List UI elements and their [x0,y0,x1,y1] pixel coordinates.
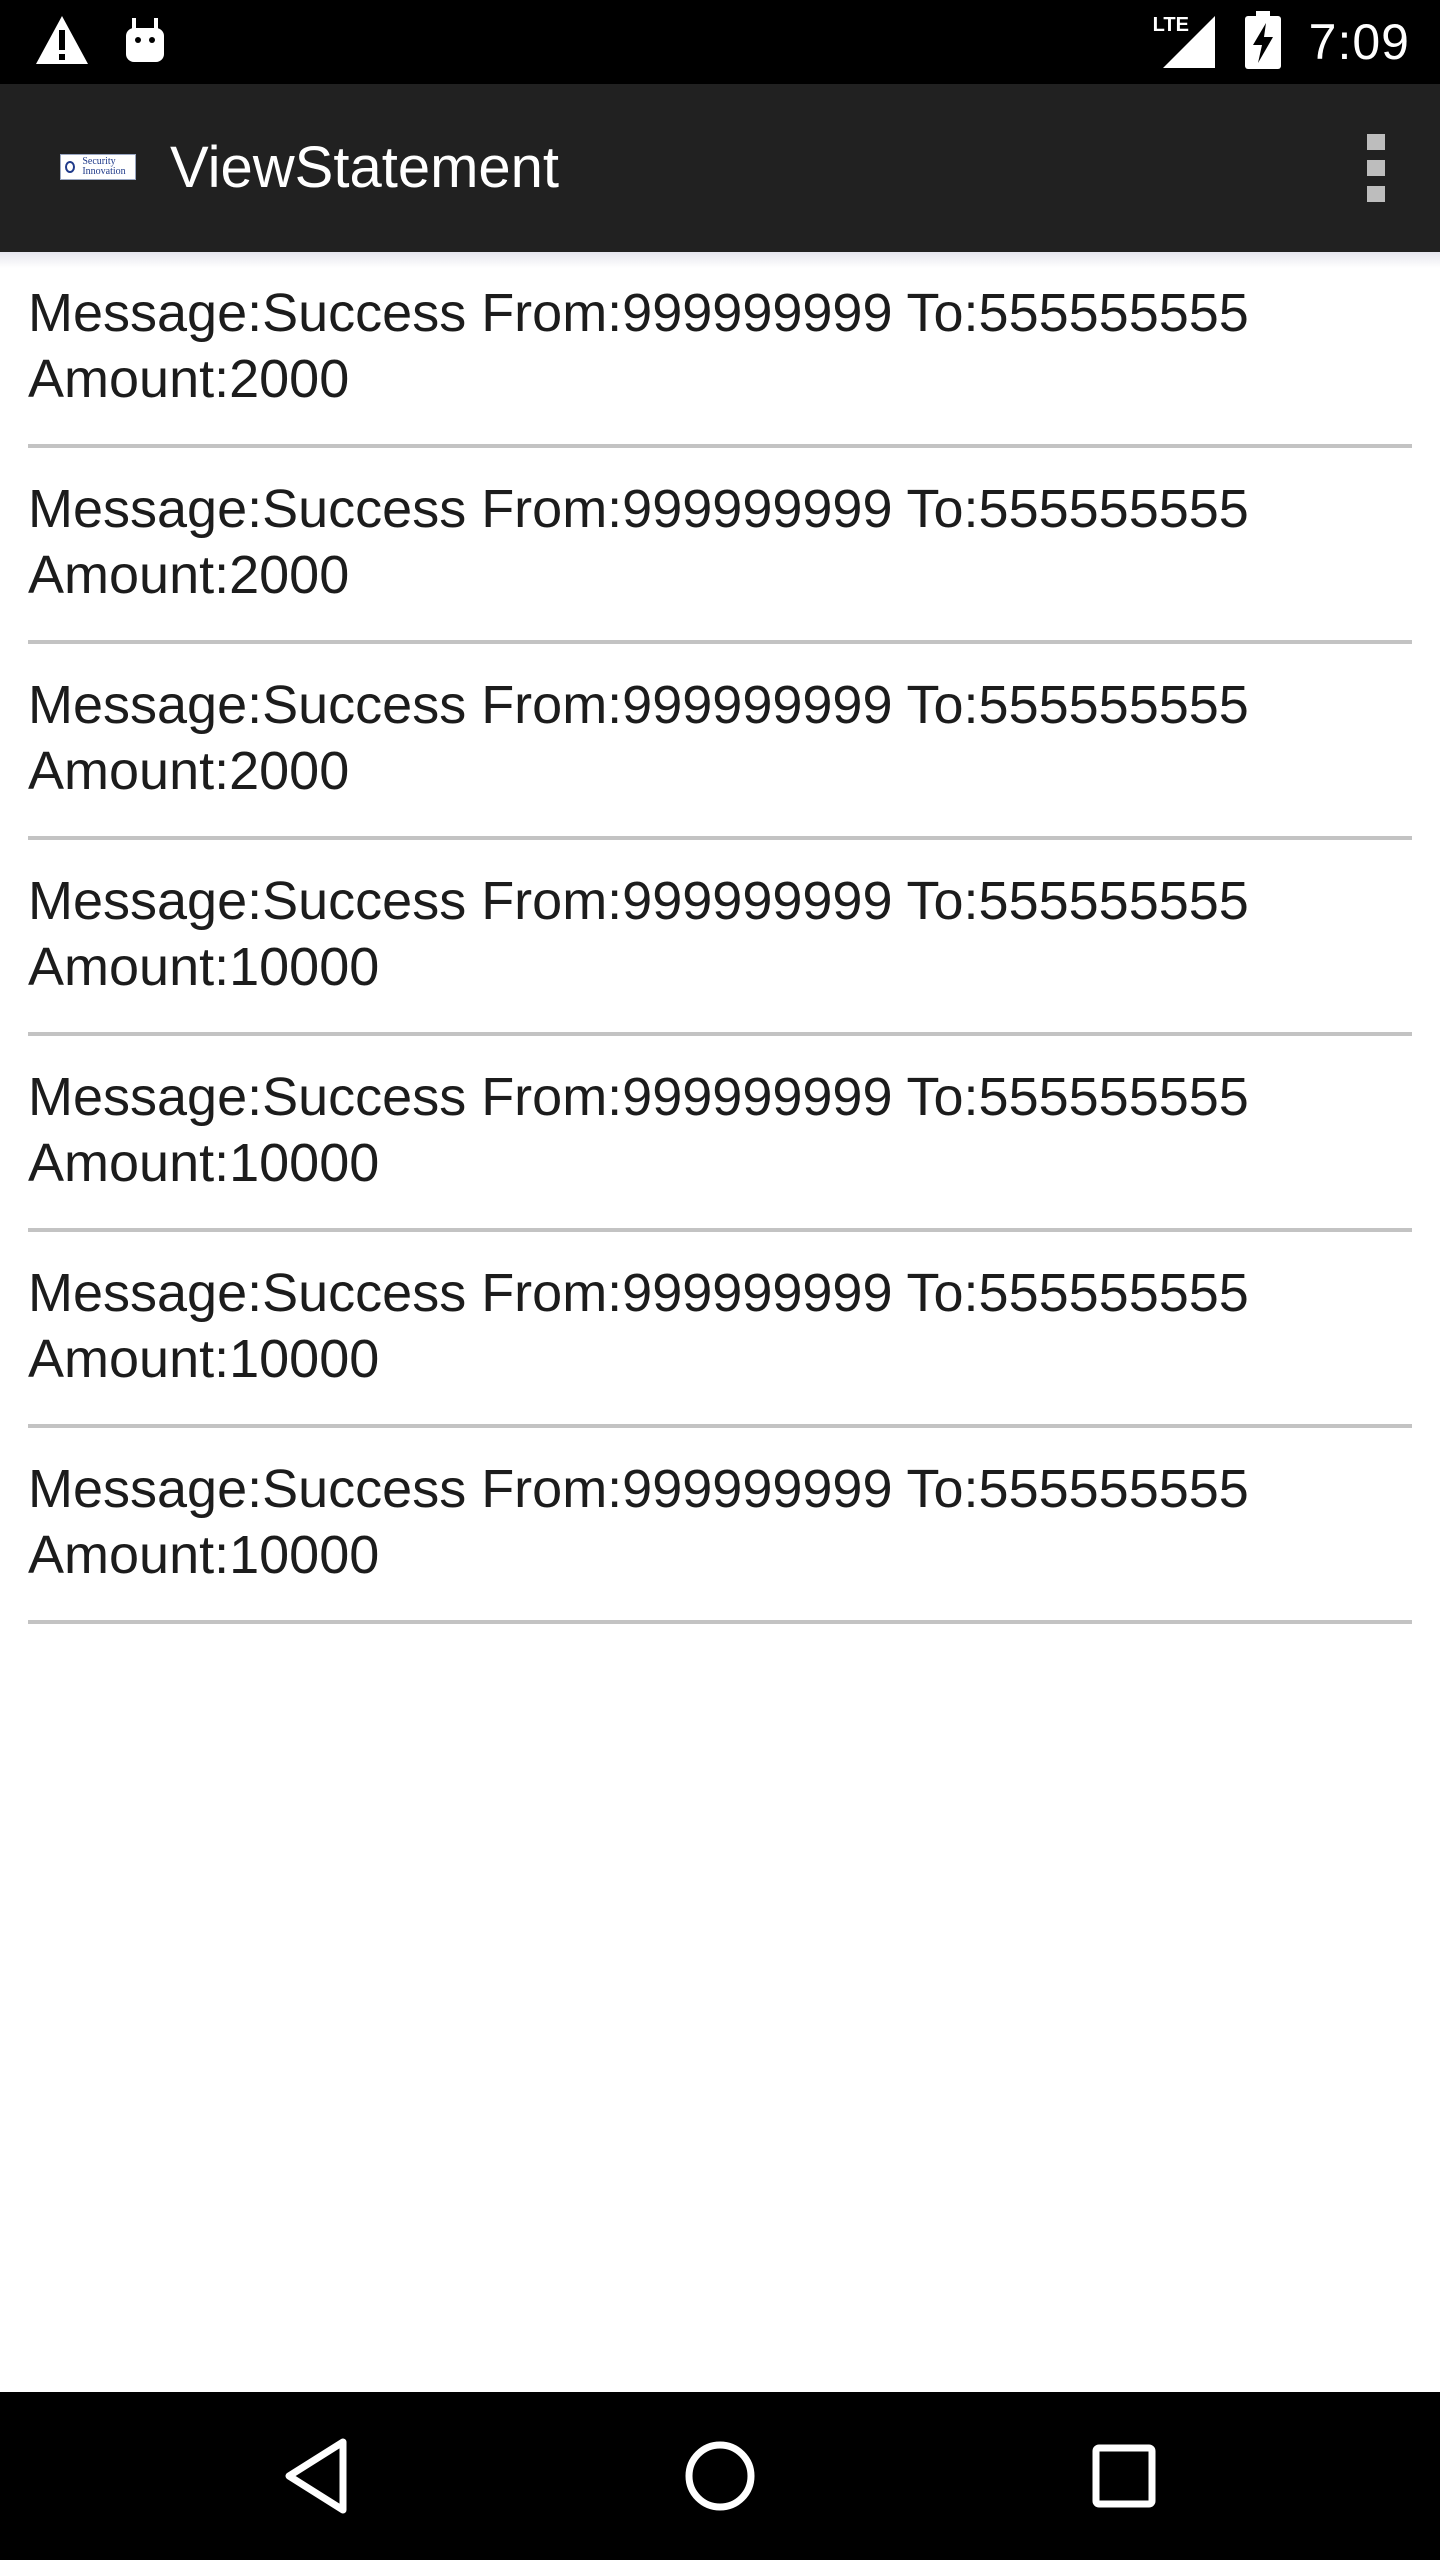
statement-details: Message:Success From:999999999 To:555555… [28,1263,1249,1323]
statement-amount: Amount:2000 [28,545,350,605]
recents-icon [1092,2444,1156,2508]
statement-amount: Amount:10000 [28,1329,380,1389]
more-vert-icon [1367,134,1385,150]
action-bar: Security Innovation ViewStatement [0,84,1440,252]
statement-list: Message:Success From:999999999 To:555555… [28,252,1412,1624]
warning-icon [34,14,90,71]
list-item[interactable]: Message:Success From:999999999 To:555555… [28,1428,1412,1624]
statement-details: Message:Success From:999999999 To:555555… [28,1459,1249,1519]
list-item[interactable]: Message:Success From:999999999 To:555555… [28,1232,1412,1428]
list-item[interactable]: Message:Success From:999999999 To:555555… [28,1036,1412,1232]
statement-details: Message:Success From:999999999 To:555555… [28,675,1249,735]
statement-details: Message:Success From:999999999 To:555555… [28,871,1249,931]
network-label: LTE [1150,14,1191,37]
clock: 7:09 [1308,14,1410,70]
back-icon [285,2438,347,2514]
statement-details: Message:Success From:999999999 To:555555… [28,479,1249,539]
home-button[interactable] [670,2426,770,2526]
statement-amount: Amount:2000 [28,349,350,409]
statement-amount: Amount:2000 [28,741,350,801]
list-item[interactable]: Message:Success From:999999999 To:555555… [28,252,1412,448]
screen: LTE 7:09 Security Innovation ViewStateme… [0,0,1440,2560]
statement-amount: Amount:10000 [28,1525,380,1585]
page-title: ViewStatement [170,135,560,200]
overflow-menu-button[interactable] [1328,120,1424,216]
list-item[interactable]: Message:Success From:999999999 To:555555… [28,644,1412,840]
battery-charging-icon [1244,10,1281,74]
navigation-bar [0,2392,1440,2560]
list-item[interactable]: Message:Success From:999999999 To:555555… [28,448,1412,644]
app-logo: Security Innovation [60,154,136,180]
statement-amount: Amount:10000 [28,1133,380,1193]
statement-details: Message:Success From:999999999 To:555555… [28,1067,1249,1127]
statement-details: Message:Success From:999999999 To:555555… [28,283,1249,343]
logo-text: Security Innovation [70,157,125,177]
home-icon [685,2441,755,2511]
statement-amount: Amount:10000 [28,937,380,997]
recents-button[interactable] [1074,2426,1174,2526]
logo-text-line2: Innovation [82,166,126,177]
lte-signal-icon: LTE [1150,14,1217,70]
back-button[interactable] [266,2426,366,2526]
status-bar: LTE 7:09 [0,0,1440,84]
list-item[interactable]: Message:Success From:999999999 To:555555… [28,840,1412,1036]
android-debug-icon [124,16,166,69]
